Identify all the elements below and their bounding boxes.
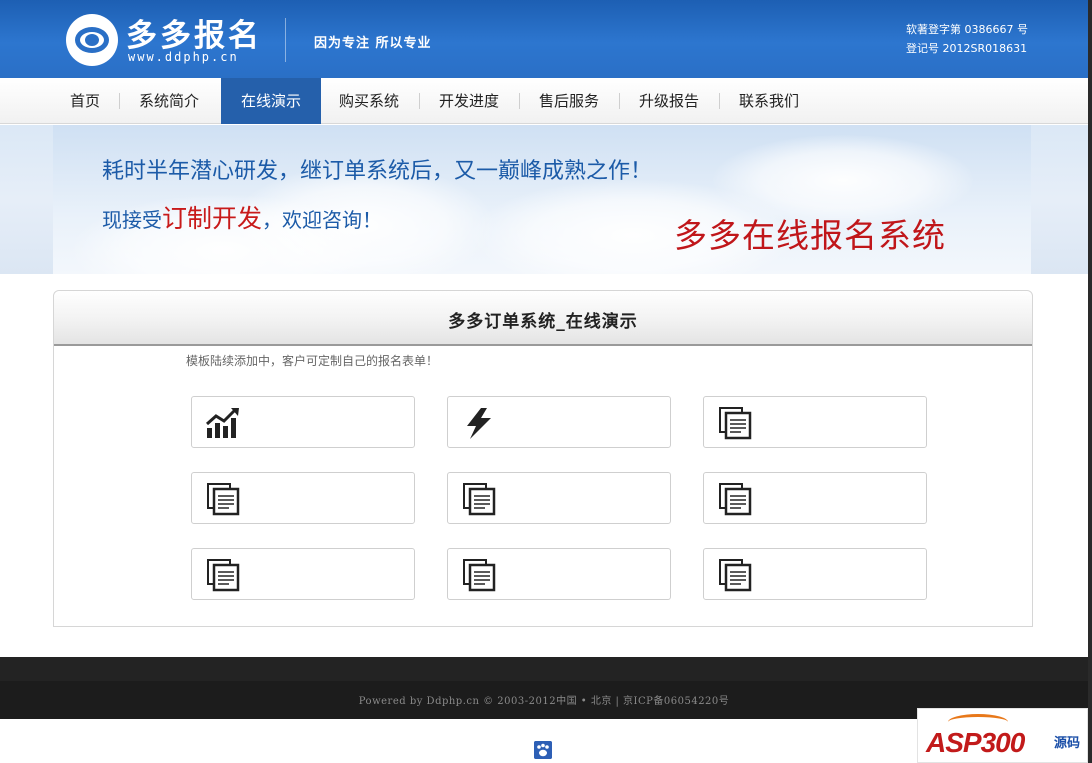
- nav-item-home[interactable]: 首页: [54, 78, 116, 124]
- panel-note: 模板陆续添加中，客户可定制自己的报名表单！: [186, 354, 439, 368]
- paw-icon[interactable]: [534, 741, 552, 759]
- registration-number: 登记号 2012SR018631: [906, 42, 1028, 55]
- demo-template-tile[interactable]: [703, 472, 927, 524]
- nav-item-upgrade[interactable]: 升级报告: [626, 78, 712, 124]
- document-copy-icon: [463, 483, 496, 516]
- demo-template-tile[interactable]: [447, 472, 671, 524]
- footer-copyright: Powered by Ddphp.cn © 2003-2012中国 • 北京 |…: [358, 696, 730, 707]
- lightning-icon: [467, 408, 491, 439]
- bar-chart-growth-icon: [206, 408, 239, 438]
- panel-header: 多多订单系统_在线演示: [54, 291, 1032, 346]
- document-copy-icon: [207, 483, 240, 516]
- site-header: 多多报名 www.ddphp.cn 因为专注 所以专业 软著登字第 038666…: [0, 0, 1088, 78]
- nav-separator: [419, 93, 420, 109]
- slogan: 因为专注 所以专业: [314, 36, 432, 51]
- demo-template-tile[interactable]: [447, 548, 671, 600]
- nav-item-progress[interactable]: 开发进度: [426, 78, 512, 124]
- banner-subline-highlight: 订制开发: [162, 204, 263, 233]
- demo-template-tile[interactable]: [703, 548, 927, 600]
- document-copy-icon: [719, 483, 752, 516]
- hero-banner: 耗时半年潜心研发，继订单系统后，又一巅峰成熟之作！ 现接受订制开发，欢迎咨询！ …: [0, 125, 1088, 274]
- document-copy-icon: [719, 407, 752, 440]
- nav-item-intro[interactable]: 系统简介: [126, 78, 212, 124]
- main-nav: 首页 系统简介 在线演示 购买系统 开发进度 售后服务 升级报告 联系我们: [0, 78, 1088, 124]
- nav-separator: [519, 93, 520, 109]
- banner-subline-prefix: 现接受: [102, 208, 162, 232]
- banner-subline: 现接受订制开发，欢迎咨询！: [102, 199, 382, 235]
- nav-item-service[interactable]: 售后服务: [526, 78, 612, 124]
- eye-logo-icon[interactable]: [66, 14, 118, 66]
- nav-separator: [719, 93, 720, 109]
- watermark-logo: ASP300 源码: [917, 708, 1088, 763]
- demo-template-tile[interactable]: [191, 472, 415, 524]
- banner-product-name: 多多在线报名系统: [674, 216, 946, 255]
- demo-panel: 多多订单系统_在线演示 模板陆续添加中，客户可定制自己的报名表单！: [53, 290, 1033, 627]
- document-copy-icon: [207, 559, 240, 592]
- watermark-text: ASP300: [926, 727, 1025, 758]
- header-divider: [285, 18, 286, 62]
- nav-item-buy[interactable]: 购买系统: [326, 78, 412, 124]
- software-copyright: 软著登字第 0386667 号: [906, 23, 1028, 36]
- demo-template-tile[interactable]: [447, 396, 671, 448]
- demo-template-tile[interactable]: [191, 396, 415, 448]
- watermark-suffix: 源码: [1054, 736, 1081, 751]
- brand-name[interactable]: 多多报名: [126, 10, 262, 55]
- banner-headline: 耗时半年潜心研发，继订单系统后，又一巅峰成熟之作！: [102, 159, 653, 184]
- demo-template-tile[interactable]: [191, 548, 415, 600]
- footer-band: [0, 657, 1088, 681]
- nav-item-demo[interactable]: 在线演示: [221, 78, 321, 124]
- banner-subline-suffix: ，欢迎咨询！: [262, 208, 383, 232]
- panel-title: 多多订单系统_在线演示: [448, 312, 638, 332]
- nav-separator: [119, 93, 120, 109]
- demo-template-tile[interactable]: [703, 396, 927, 448]
- document-copy-icon: [719, 559, 752, 592]
- nav-separator: [619, 93, 620, 109]
- nav-item-contact[interactable]: 联系我们: [726, 78, 812, 124]
- document-copy-icon: [463, 559, 496, 592]
- brand-url: www.ddphp.cn: [128, 50, 239, 64]
